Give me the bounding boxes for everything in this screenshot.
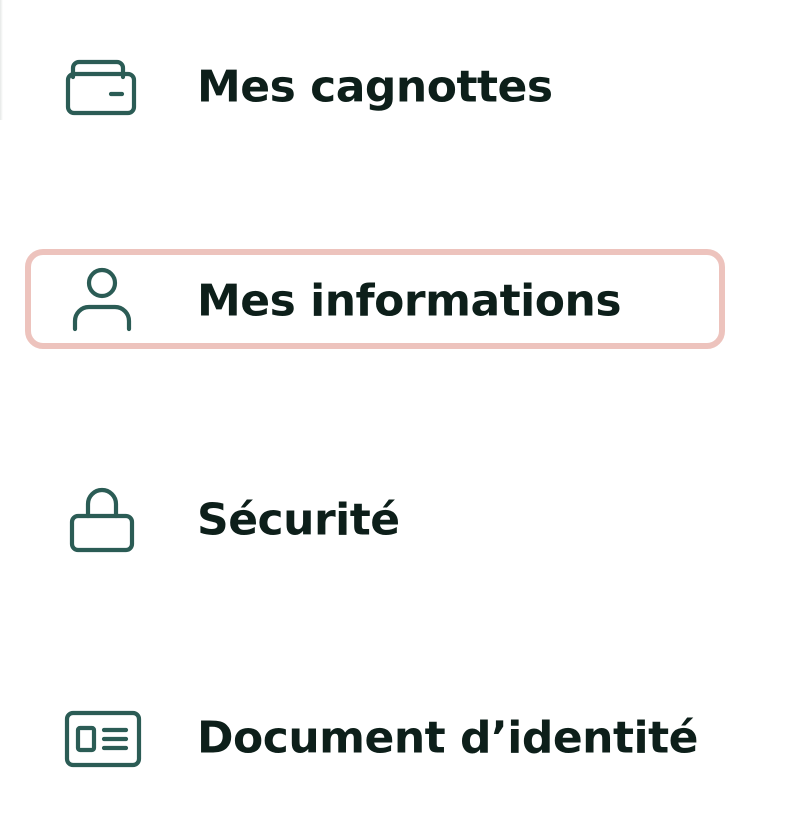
menu-item-label: Mes cagnottes [197, 61, 553, 113]
menu-item-label: Mes informations [197, 275, 622, 327]
user-icon [62, 261, 142, 341]
lock-icon [62, 480, 142, 560]
menu-item-securite[interactable]: Sécurité [0, 465, 800, 575]
id-card-icon [62, 698, 142, 778]
menu-item-label: Sécurité [197, 494, 400, 546]
menu-item-label: Document d’identité [197, 712, 698, 764]
menu-item-mes-informations[interactable]: Mes informations [0, 246, 800, 356]
wallet-icon [62, 47, 142, 127]
menu-item-document-identite[interactable]: Document d’identité [0, 683, 800, 793]
account-menu: Mes cagnottes Mes informations Sécurité [0, 0, 800, 830]
menu-item-mes-cagnottes[interactable]: Mes cagnottes [0, 32, 800, 142]
